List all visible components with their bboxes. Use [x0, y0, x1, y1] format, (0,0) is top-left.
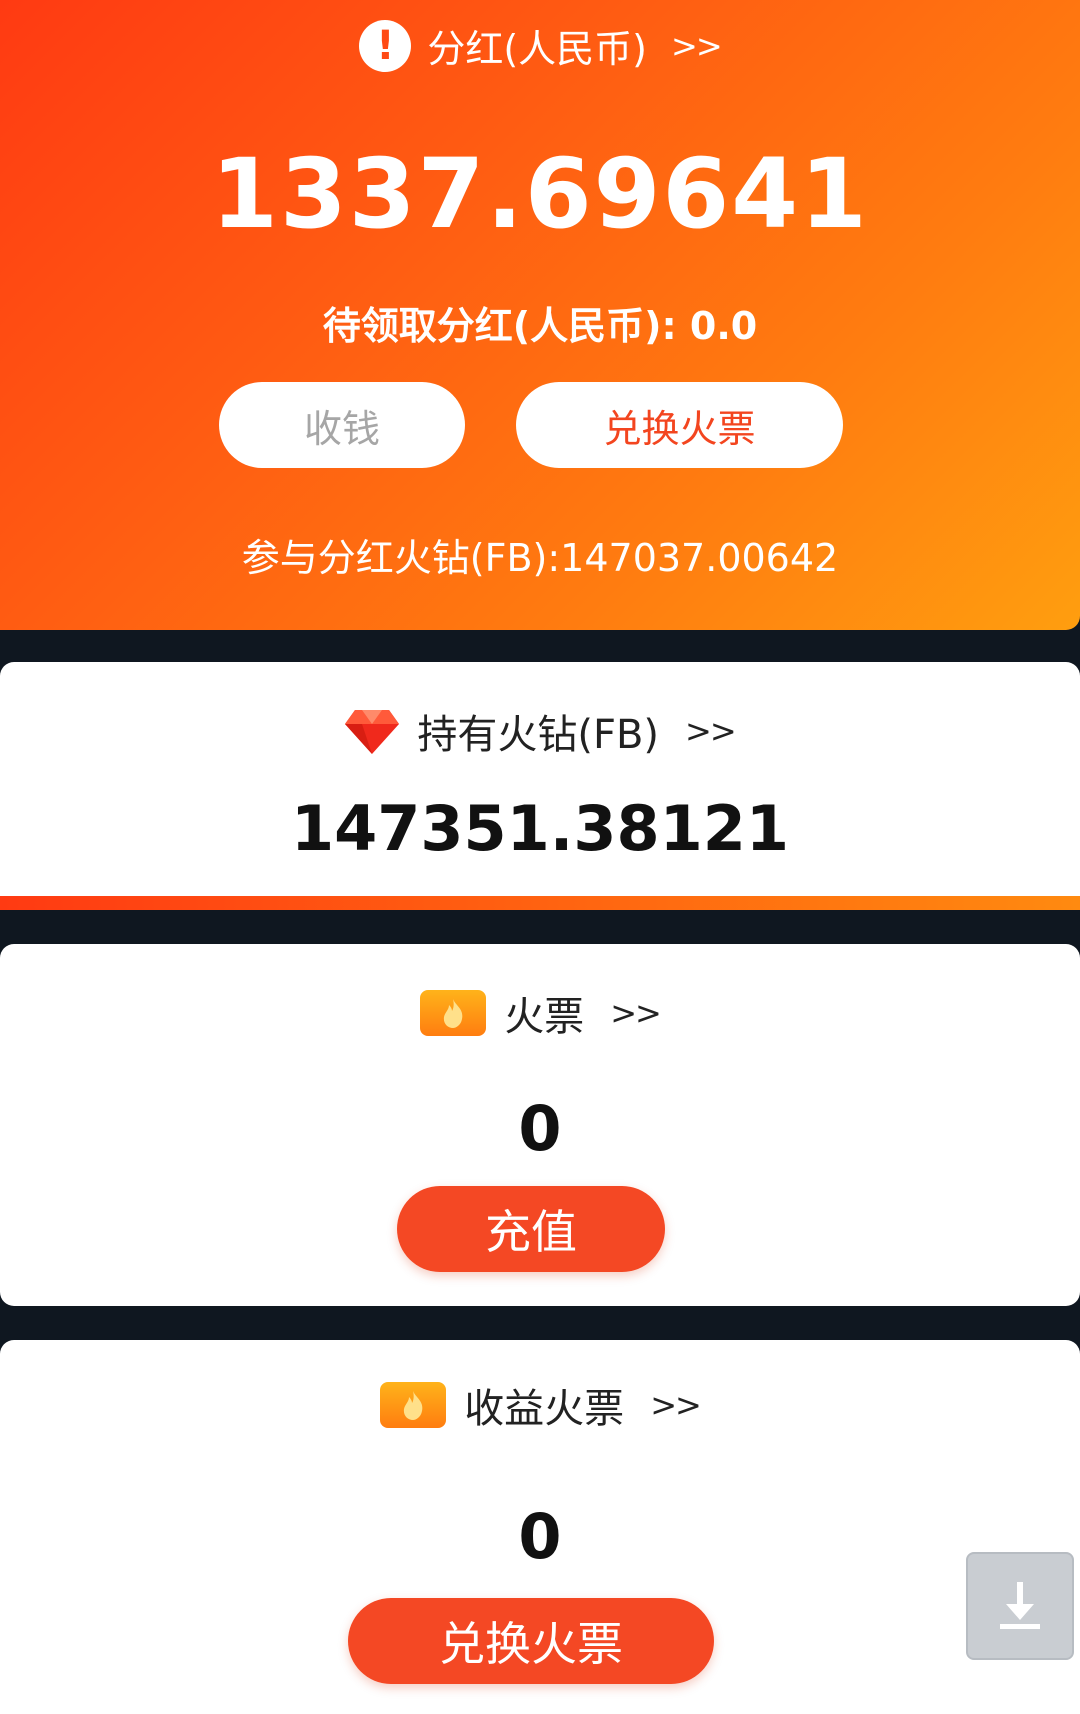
diamond-icon: [345, 710, 400, 754]
fire-ticket-icon: [380, 1382, 447, 1428]
exchange-ticket-button-top[interactable]: 兑换火票: [516, 382, 843, 468]
exchange-ticket-button-bottom[interactable]: 兑换火票: [348, 1598, 714, 1684]
fire-ticket-icon: [420, 990, 487, 1036]
tickets-title: 火票: [504, 994, 585, 1040]
fb-holdings-title: 持有火钻(FB): [417, 712, 660, 758]
pending-dividend-label: 待领取分红(人民币): 0.0: [322, 304, 758, 348]
fb-holdings-header[interactable]: 持有火钻(FB) >>: [0, 702, 1080, 760]
download-icon: [1000, 1582, 1040, 1629]
alert-icon: !: [359, 19, 412, 72]
recharge-button[interactable]: 充值: [397, 1186, 665, 1272]
tickets-header[interactable]: 火票 >>: [0, 984, 1080, 1042]
earnings-tickets-chevron: >>: [650, 1386, 702, 1424]
tickets-amount: 0: [518, 1092, 562, 1165]
dividend-title: 分红(人民币): [427, 27, 648, 71]
fb-card-accent-bar: [0, 896, 1080, 910]
dividend-amount: 1337.69641: [211, 138, 869, 250]
earnings-tickets-amount: 0: [518, 1500, 562, 1573]
collect-button[interactable]: 收钱: [219, 382, 465, 468]
earnings-tickets-header[interactable]: 收益火票 >>: [0, 1376, 1080, 1434]
fb-holdings-card: 持有火钻(FB) >> 147351.38121: [0, 662, 1080, 896]
dividend-panel: ! 分红(人民币) >> 1337.69641 待领取分红(人民币): 0.0 …: [0, 0, 1080, 630]
tickets-card: 火票 >> 0 充值: [0, 944, 1080, 1306]
earnings-tickets-card: 收益火票 >> 0 兑换火票: [0, 1340, 1080, 1714]
dividend-header[interactable]: ! 分红(人民币) >>: [0, 18, 1080, 73]
tickets-chevron: >>: [610, 994, 662, 1032]
fb-participation-label: 参与分红火钻(FB):147037.00642: [241, 536, 839, 580]
download-button[interactable]: [966, 1552, 1074, 1660]
earnings-tickets-title: 收益火票: [464, 1386, 625, 1432]
fb-holdings-amount: 147351.38121: [290, 792, 790, 865]
dividend-chevron: >>: [671, 26, 723, 65]
fb-holdings-chevron: >>: [685, 712, 737, 750]
